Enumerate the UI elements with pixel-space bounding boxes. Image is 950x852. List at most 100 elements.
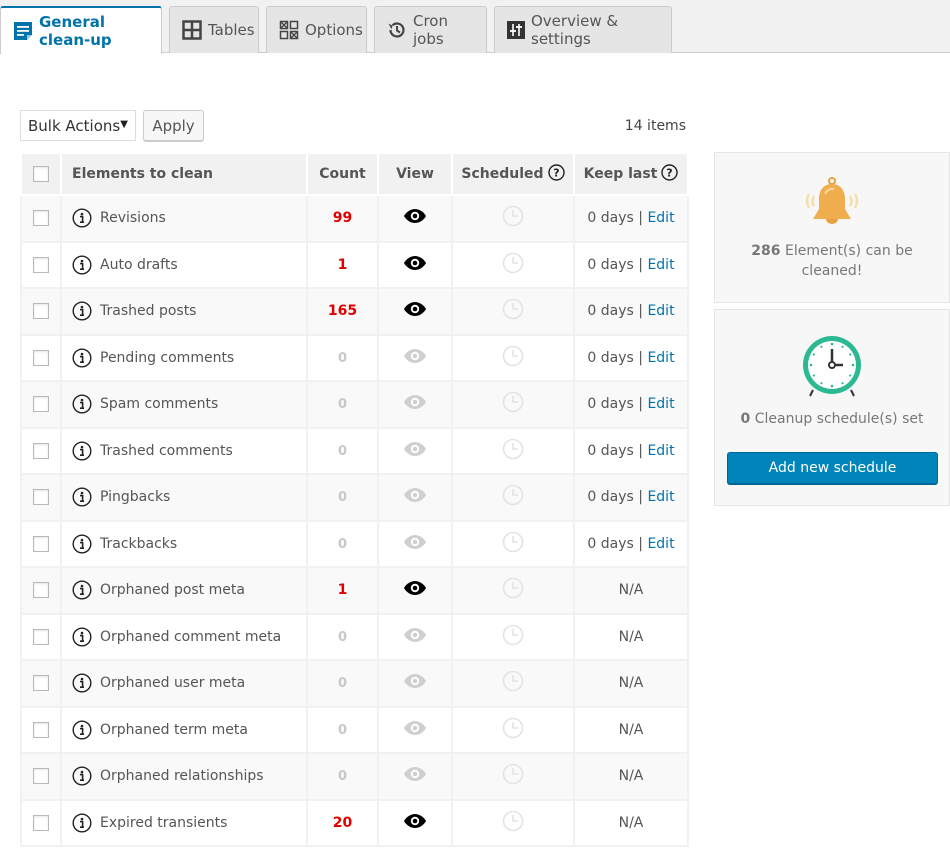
view-eye-icon[interactable]: [403, 302, 427, 321]
info-icon[interactable]: [72, 348, 92, 368]
table-row: Orphaned term meta 0 N/A: [20, 705, 689, 754]
info-icon[interactable]: [72, 720, 92, 740]
help-icon[interactable]: ?: [661, 163, 679, 185]
row-checkbox-cell: [20, 194, 62, 243]
scheduled-cell: [451, 426, 575, 475]
edit-keep-last-link[interactable]: Edit: [647, 350, 674, 366]
view-eye-icon: [403, 674, 427, 693]
table-row: Orphaned comment meta 0 N/A: [20, 612, 689, 661]
element-count: 165: [327, 303, 358, 320]
edit-keep-last-link[interactable]: Edit: [647, 489, 674, 505]
row-checkbox[interactable]: [33, 535, 49, 552]
info-icon[interactable]: [72, 255, 92, 275]
info-icon[interactable]: [72, 813, 92, 833]
keep-last-value: 0 days: [587, 349, 634, 366]
view-eye-icon[interactable]: [403, 255, 427, 275]
schedule-text: Cleanup schedule(s) set: [754, 411, 924, 427]
table-row: Expired transients 20 N/A: [20, 798, 689, 847]
edit-keep-last-link[interactable]: Edit: [647, 210, 674, 226]
element-name-cell: Trashed comments: [60, 426, 308, 475]
view-cell: [377, 287, 453, 336]
table-grid-icon: [182, 20, 202, 40]
element-name-cell: Orphaned user meta: [60, 659, 308, 708]
row-checkbox[interactable]: [33, 675, 49, 692]
info-icon[interactable]: [72, 301, 92, 321]
cleanable-text: Element(s) can be cleaned!: [784, 243, 913, 279]
row-checkbox[interactable]: [33, 442, 49, 459]
keep-last-value: N/A: [618, 814, 644, 831]
scheduled-clock-icon: [502, 205, 524, 231]
table-row: Orphaned post meta 1 N/A: [20, 566, 689, 615]
count-cell: 0: [306, 333, 379, 382]
info-icon[interactable]: [72, 208, 92, 228]
bell-icon: [801, 176, 863, 236]
view-cell: [377, 798, 453, 847]
tab-general-cleanup[interactable]: General clean-up: [0, 6, 162, 54]
row-checkbox[interactable]: [33, 721, 49, 738]
info-icon[interactable]: [72, 394, 92, 414]
table-header-row: Elements to clean Count View Scheduled? …: [20, 152, 689, 196]
info-icon[interactable]: [72, 441, 92, 461]
view-cell: [377, 612, 453, 661]
count-cell: 0: [306, 519, 379, 568]
scheduled-cell: [451, 333, 575, 382]
header-keep-last: Keep last?: [573, 152, 689, 196]
scheduled-clock-icon: [502, 531, 524, 557]
scheduled-cell: [451, 194, 575, 243]
row-checkbox[interactable]: [33, 303, 49, 320]
edit-keep-last-link[interactable]: Edit: [647, 443, 674, 459]
keep-last-cell: 0 days | Edit: [573, 473, 689, 522]
info-icon[interactable]: [72, 673, 92, 693]
keep-last-cell: 0 days | Edit: [573, 380, 689, 429]
element-name-cell: Orphaned term meta: [60, 705, 308, 754]
edit-keep-last-link[interactable]: Edit: [647, 396, 674, 412]
edit-keep-last-link[interactable]: Edit: [647, 303, 674, 319]
separator: |: [633, 256, 648, 273]
row-checkbox[interactable]: [33, 582, 49, 599]
apply-button[interactable]: Apply: [143, 110, 204, 141]
row-checkbox[interactable]: [33, 768, 49, 785]
row-checkbox-cell: [20, 380, 62, 429]
info-icon[interactable]: [72, 580, 92, 600]
tab-overview-settings[interactable]: Overview & settings: [494, 6, 672, 53]
row-checkbox[interactable]: [33, 489, 49, 506]
header-elements[interactable]: Elements to clean: [60, 152, 308, 196]
element-count: 0: [337, 397, 348, 413]
edit-keep-last-link[interactable]: Edit: [647, 536, 674, 552]
info-icon[interactable]: [72, 766, 92, 786]
element-count: 20: [332, 814, 353, 831]
view-eye-icon[interactable]: [403, 813, 427, 833]
info-icon[interactable]: [72, 627, 92, 647]
row-checkbox-cell: [20, 240, 62, 289]
scheduled-cell: [451, 798, 575, 847]
row-checkbox-cell: [20, 612, 62, 661]
keep-last-cell: N/A: [573, 659, 689, 708]
keep-last-cell: 0 days | Edit: [573, 240, 689, 289]
row-checkbox[interactable]: [33, 814, 49, 831]
dropdown-caret-icon: ▼: [120, 119, 128, 130]
row-checkbox[interactable]: [33, 256, 49, 273]
tab-tables[interactable]: Tables: [169, 6, 259, 53]
add-new-schedule-button[interactable]: Add new schedule: [727, 452, 938, 484]
info-icon[interactable]: [72, 534, 92, 554]
element-name: Auto drafts: [100, 256, 178, 273]
element-name: Pending comments: [100, 349, 235, 366]
tab-label: Cron jobs: [413, 12, 448, 48]
element-name-cell: Trackbacks: [60, 519, 308, 568]
edit-keep-last-link[interactable]: Edit: [647, 257, 674, 273]
row-checkbox[interactable]: [33, 210, 49, 227]
view-eye-icon[interactable]: [403, 581, 427, 600]
row-checkbox[interactable]: [33, 628, 49, 645]
bulk-actions-select[interactable]: Bulk Actions ▼: [20, 110, 136, 141]
row-checkbox[interactable]: [33, 396, 49, 413]
tab-cron-jobs[interactable]: Cron jobs: [374, 6, 487, 53]
view-eye-icon[interactable]: [403, 209, 427, 228]
select-all-checkbox[interactable]: [33, 166, 49, 182]
tab-options[interactable]: Options: [266, 6, 367, 53]
help-icon[interactable]: ?: [547, 163, 565, 185]
row-checkbox[interactable]: [33, 349, 49, 366]
scheduled-cell: [451, 287, 575, 336]
info-icon[interactable]: [72, 487, 92, 507]
separator: |: [633, 535, 648, 552]
keep-last-value: N/A: [618, 582, 644, 599]
